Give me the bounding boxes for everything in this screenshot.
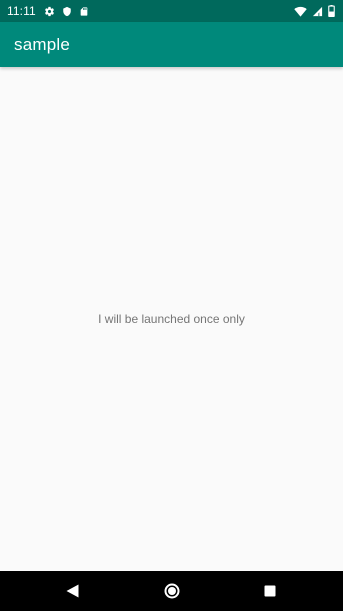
recents-square-icon: [264, 585, 276, 597]
home-circle-icon: [164, 583, 180, 599]
status-notification-icons: [44, 6, 96, 17]
status-system-icons: [289, 5, 335, 17]
launch-message: I will be launched once only: [98, 312, 245, 326]
gear-icon: [44, 6, 54, 16]
status-time: 11:11: [7, 4, 36, 18]
home-button[interactable]: [163, 582, 181, 600]
main-content: I will be launched once only: [0, 67, 343, 571]
status-bar: 11:11: [0, 0, 343, 22]
app-bar: sample: [0, 22, 343, 67]
navigation-bar: [0, 571, 343, 611]
shield-icon: [63, 6, 71, 16]
app-title: sample: [14, 34, 71, 54]
battery-icon: [328, 5, 335, 17]
recents-button[interactable]: [261, 582, 279, 600]
sd-card-icon: [80, 6, 88, 16]
signal-icon: [312, 6, 323, 16]
back-button[interactable]: [63, 582, 81, 600]
wifi-icon: [294, 6, 307, 17]
back-triangle-icon: [66, 584, 78, 598]
